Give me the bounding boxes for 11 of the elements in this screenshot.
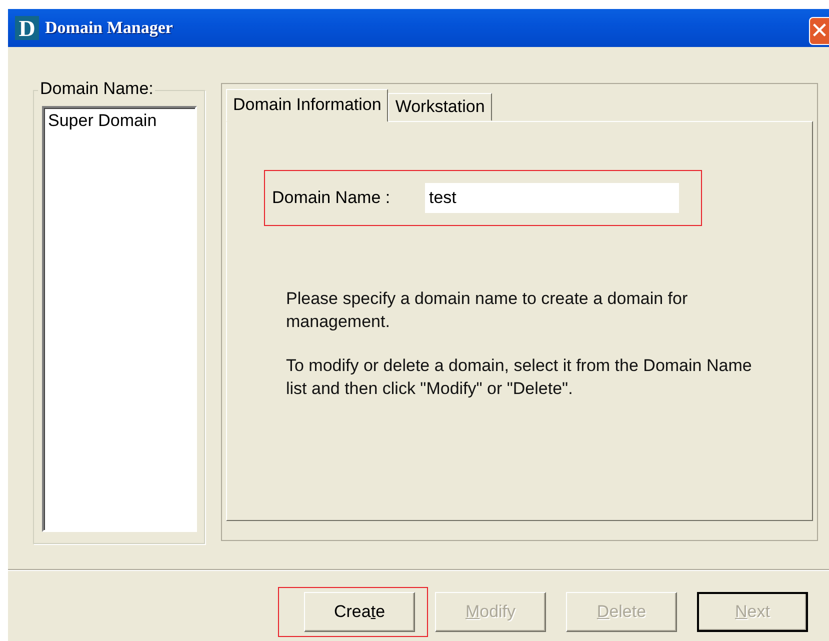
domain-name-field[interactable]: test (425, 183, 679, 213)
create-button[interactable]: Create (304, 592, 415, 632)
tab[interactable]: Workstation (388, 93, 492, 121)
window-title: Domain Manager (45, 18, 173, 38)
help-text: To modify or delete a domain, select it from the Domain Name list and then click "Modify" or "Delete". (286, 355, 753, 400)
domain-list-item[interactable]: Super Domain (44, 108, 195, 134)
field-label: Domain Name : (272, 188, 392, 208)
help-text: Please specify a domain name to create a domain for management. (286, 288, 689, 333)
app-logo: D (15, 16, 39, 40)
close-button[interactable]: ✕ (809, 17, 829, 45)
tab[interactable]: Domain Information (226, 89, 388, 122)
